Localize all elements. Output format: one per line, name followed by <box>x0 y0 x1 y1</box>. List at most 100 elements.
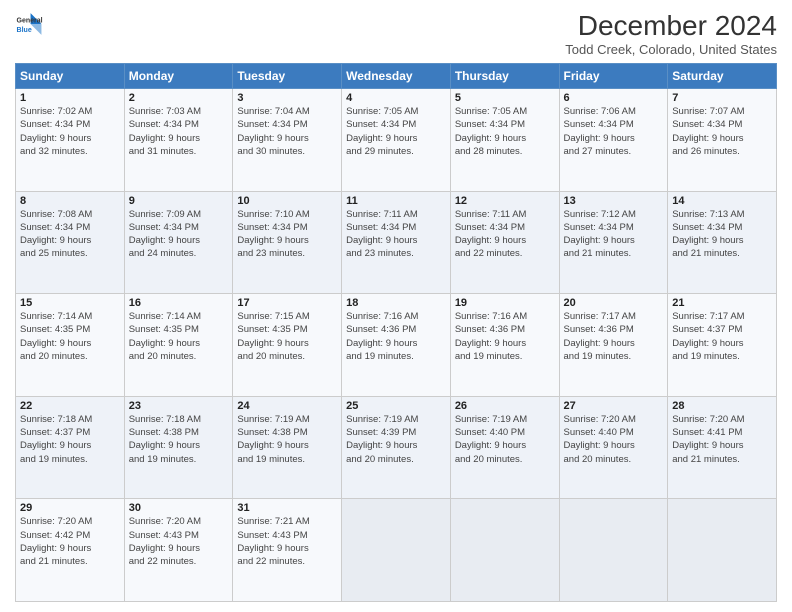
calendar-cell: 6 Sunrise: 7:06 AMSunset: 4:34 PMDaylight… <box>559 89 668 192</box>
day-info: Sunrise: 7:16 AMSunset: 4:36 PMDaylight:… <box>455 311 527 362</box>
day-number: 26 <box>455 400 555 412</box>
calendar-cell: 20 Sunrise: 7:17 AMSunset: 4:36 PMDayligh… <box>559 294 668 397</box>
day-number: 16 <box>129 297 229 309</box>
day-info: Sunrise: 7:16 AMSunset: 4:36 PMDaylight:… <box>346 311 418 362</box>
calendar-cell: 2 Sunrise: 7:03 AMSunset: 4:34 PMDaylight… <box>124 89 233 192</box>
day-number: 15 <box>20 297 120 309</box>
calendar-cell: 21 Sunrise: 7:17 AMSunset: 4:37 PMDayligh… <box>668 294 777 397</box>
calendar-cell <box>450 499 559 602</box>
calendar-cell: 5 Sunrise: 7:05 AMSunset: 4:34 PMDaylight… <box>450 89 559 192</box>
day-header-sunday: Sunday <box>16 64 125 89</box>
day-info: Sunrise: 7:12 AMSunset: 4:34 PMDaylight:… <box>564 209 636 260</box>
day-info: Sunrise: 7:11 AMSunset: 4:34 PMDaylight:… <box>346 209 418 260</box>
day-info: Sunrise: 7:03 AMSunset: 4:34 PMDaylight:… <box>129 106 201 157</box>
day-number: 7 <box>672 92 772 104</box>
svg-text:General: General <box>17 17 43 24</box>
calendar-cell: 25 Sunrise: 7:19 AMSunset: 4:39 PMDayligh… <box>342 396 451 499</box>
calendar-cell: 24 Sunrise: 7:19 AMSunset: 4:38 PMDayligh… <box>233 396 342 499</box>
calendar-cell <box>668 499 777 602</box>
day-number: 5 <box>455 92 555 104</box>
day-number: 17 <box>237 297 337 309</box>
day-info: Sunrise: 7:20 AMSunset: 4:42 PMDaylight:… <box>20 516 92 567</box>
day-number: 3 <box>237 92 337 104</box>
day-info: Sunrise: 7:11 AMSunset: 4:34 PMDaylight:… <box>455 209 527 260</box>
calendar-cell: 22 Sunrise: 7:18 AMSunset: 4:37 PMDayligh… <box>16 396 125 499</box>
calendar-cell: 7 Sunrise: 7:07 AMSunset: 4:34 PMDaylight… <box>668 89 777 192</box>
calendar-cell: 10 Sunrise: 7:10 AMSunset: 4:34 PMDayligh… <box>233 191 342 294</box>
day-info: Sunrise: 7:21 AMSunset: 4:43 PMDaylight:… <box>237 516 309 567</box>
page: General Blue December 2024 Todd Creek, C… <box>0 0 792 612</box>
calendar-cell: 16 Sunrise: 7:14 AMSunset: 4:35 PMDayligh… <box>124 294 233 397</box>
day-info: Sunrise: 7:10 AMSunset: 4:34 PMDaylight:… <box>237 209 309 260</box>
calendar-cell: 29 Sunrise: 7:20 AMSunset: 4:42 PMDayligh… <box>16 499 125 602</box>
day-info: Sunrise: 7:18 AMSunset: 4:38 PMDaylight:… <box>129 414 201 465</box>
day-number: 13 <box>564 195 664 207</box>
day-number: 28 <box>672 400 772 412</box>
logo: General Blue <box>15 10 43 38</box>
calendar-cell <box>559 499 668 602</box>
calendar-cell: 11 Sunrise: 7:11 AMSunset: 4:34 PMDayligh… <box>342 191 451 294</box>
day-number: 23 <box>129 400 229 412</box>
day-info: Sunrise: 7:14 AMSunset: 4:35 PMDaylight:… <box>129 311 201 362</box>
day-number: 4 <box>346 92 446 104</box>
day-info: Sunrise: 7:05 AMSunset: 4:34 PMDaylight:… <box>455 106 527 157</box>
day-info: Sunrise: 7:07 AMSunset: 4:34 PMDaylight:… <box>672 106 744 157</box>
calendar-cell: 15Sunrise: 7:14 AMSunset: 4:35 PMDayligh… <box>16 294 125 397</box>
calendar-cell <box>342 499 451 602</box>
calendar-cell: 3Sunrise: 7:04 AMSunset: 4:34 PMDaylight… <box>233 89 342 192</box>
calendar-cell: 13 Sunrise: 7:12 AMSunset: 4:34 PMDayligh… <box>559 191 668 294</box>
calendar-cell: 26 Sunrise: 7:19 AMSunset: 4:40 PMDayligh… <box>450 396 559 499</box>
day-number: 10 <box>237 195 337 207</box>
day-number: 2 <box>129 92 229 104</box>
calendar-cell: 9 Sunrise: 7:09 AMSunset: 4:34 PMDaylight… <box>124 191 233 294</box>
day-number: 19 <box>455 297 555 309</box>
day-number: 21 <box>672 297 772 309</box>
day-number: 1 <box>20 92 120 104</box>
calendar-cell: 27Sunrise: 7:20 AMSunset: 4:40 PMDayligh… <box>559 396 668 499</box>
day-header-monday: Monday <box>124 64 233 89</box>
calendar-cell: 8 Sunrise: 7:08 AMSunset: 4:34 PMDaylight… <box>16 191 125 294</box>
day-number: 20 <box>564 297 664 309</box>
day-number: 9 <box>129 195 229 207</box>
main-title: December 2024 <box>565 10 777 42</box>
day-number: 24 <box>237 400 337 412</box>
day-info: Sunrise: 7:19 AMSunset: 4:38 PMDaylight:… <box>237 414 309 465</box>
day-number: 6 <box>564 92 664 104</box>
day-info: Sunrise: 7:09 AMSunset: 4:34 PMDaylight:… <box>129 209 201 260</box>
calendar-cell: 14 Sunrise: 7:13 AMSunset: 4:34 PMDayligh… <box>668 191 777 294</box>
day-info: Sunrise: 7:19 AMSunset: 4:40 PMDaylight:… <box>455 414 527 465</box>
day-number: 11 <box>346 195 446 207</box>
day-info: Sunrise: 7:20 AMSunset: 4:43 PMDaylight:… <box>129 516 201 567</box>
day-header-thursday: Thursday <box>450 64 559 89</box>
day-info: Sunrise: 7:18 AMSunset: 4:37 PMDaylight:… <box>20 414 92 465</box>
day-info: Sunrise: 7:13 AMSunset: 4:34 PMDaylight:… <box>672 209 744 260</box>
day-number: 8 <box>20 195 120 207</box>
svg-text:Blue: Blue <box>17 27 32 34</box>
day-info: Sunrise: 7:20 AMSunset: 4:40 PMDaylight:… <box>564 414 636 465</box>
day-number: 14 <box>672 195 772 207</box>
calendar-cell: 18Sunrise: 7:16 AMSunset: 4:36 PMDayligh… <box>342 294 451 397</box>
day-number: 30 <box>129 502 229 514</box>
day-info: Sunrise: 7:17 AMSunset: 4:37 PMDaylight:… <box>672 311 744 362</box>
calendar-table: SundayMondayTuesdayWednesdayThursdayFrid… <box>15 63 777 602</box>
calendar-cell: 31 Sunrise: 7:21 AMSunset: 4:43 PMDayligh… <box>233 499 342 602</box>
day-number: 31 <box>237 502 337 514</box>
calendar-cell: 23 Sunrise: 7:18 AMSunset: 4:38 PMDayligh… <box>124 396 233 499</box>
day-number: 25 <box>346 400 446 412</box>
day-header-tuesday: Tuesday <box>233 64 342 89</box>
calendar-cell: 17 Sunrise: 7:15 AMSunset: 4:35 PMDayligh… <box>233 294 342 397</box>
day-info: Sunrise: 7:02 AMSunset: 4:34 PMDaylight:… <box>20 106 92 157</box>
calendar-cell: 30 Sunrise: 7:20 AMSunset: 4:43 PMDayligh… <box>124 499 233 602</box>
day-info: Sunrise: 7:15 AMSunset: 4:35 PMDaylight:… <box>237 311 309 362</box>
day-header-saturday: Saturday <box>668 64 777 89</box>
day-number: 29 <box>20 502 120 514</box>
day-info: Sunrise: 7:19 AMSunset: 4:39 PMDaylight:… <box>346 414 418 465</box>
day-info: Sunrise: 7:08 AMSunset: 4:34 PMDaylight:… <box>20 209 92 260</box>
day-info: Sunrise: 7:06 AMSunset: 4:34 PMDaylight:… <box>564 106 636 157</box>
header: General Blue December 2024 Todd Creek, C… <box>15 10 777 57</box>
logo-icon: General Blue <box>15 10 43 38</box>
day-info: Sunrise: 7:17 AMSunset: 4:36 PMDaylight:… <box>564 311 636 362</box>
day-info: Sunrise: 7:20 AMSunset: 4:41 PMDaylight:… <box>672 414 744 465</box>
day-number: 22 <box>20 400 120 412</box>
calendar-cell: 12Sunrise: 7:11 AMSunset: 4:34 PMDayligh… <box>450 191 559 294</box>
